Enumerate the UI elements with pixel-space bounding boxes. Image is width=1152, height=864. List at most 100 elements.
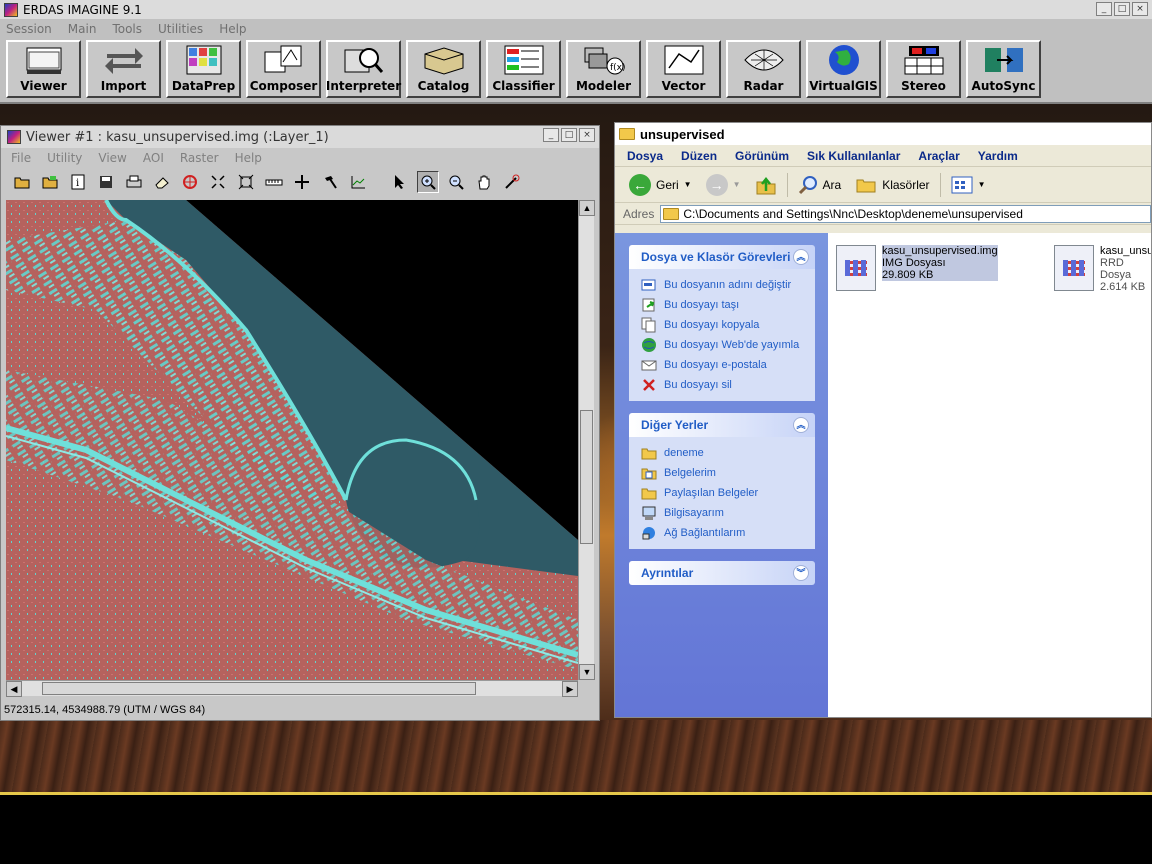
- folders-button[interactable]: Klasörler: [851, 176, 933, 194]
- eraser-icon[interactable]: [151, 171, 173, 193]
- interpreter-button[interactable]: Interpreter: [326, 40, 401, 98]
- composer-button[interactable]: Composer: [246, 40, 321, 98]
- task-rename[interactable]: Bu dosyanın adını değiştir: [641, 275, 815, 295]
- viewer-close-button[interactable]: ×: [579, 128, 595, 142]
- place-shared-documents[interactable]: Paylaşılan Belgeler: [641, 483, 815, 503]
- viewer-maximize-button[interactable]: □: [561, 128, 577, 142]
- up-folder-button[interactable]: [751, 174, 781, 196]
- menu-tools[interactable]: Tools: [112, 22, 142, 36]
- viewer-menu-utility[interactable]: Utility: [47, 151, 82, 165]
- maximize-button[interactable]: □: [1114, 2, 1130, 16]
- menu-main[interactable]: Main: [68, 22, 97, 36]
- other-places-header[interactable]: Diğer Yerler ︽: [629, 413, 815, 437]
- explorer-title-bar: unsupervised: [615, 123, 1151, 145]
- crosshair-icon[interactable]: [291, 171, 313, 193]
- search-icon: [798, 175, 817, 194]
- place-network[interactable]: Ağ Bağlantılarım: [641, 523, 815, 543]
- explorer-title: unsupervised: [640, 126, 725, 142]
- pan-hand-icon[interactable]: [473, 171, 495, 193]
- stereo-button[interactable]: Stereo: [886, 40, 961, 98]
- task-copy[interactable]: Bu dosyayı kopyala: [641, 315, 815, 335]
- scroll-right-arrow-icon[interactable]: ▶: [562, 681, 578, 697]
- file-folder-tasks-panel: Dosya ve Klasör Görevleri ︽ Bu dosyanın …: [629, 245, 815, 401]
- select-pointer-icon[interactable]: [389, 171, 411, 193]
- viewer-vertical-scrollbar[interactable]: ▲ ▼: [578, 200, 595, 680]
- file-item[interactable]: kasu_unsupervised.img IMG Dosyası 29.809…: [836, 245, 998, 291]
- explorer-menu-gorunum[interactable]: Görünüm: [735, 149, 789, 163]
- vector-button[interactable]: Vector: [646, 40, 721, 98]
- dataprep-button[interactable]: DataPrep: [166, 40, 241, 98]
- viewer-menu-view[interactable]: View: [98, 151, 126, 165]
- hammer-icon[interactable]: [319, 171, 341, 193]
- zoom-in-fit-icon[interactable]: [207, 171, 229, 193]
- import-button[interactable]: Import: [86, 40, 161, 98]
- viewer-horizontal-scrollbar[interactable]: ◀ ▶: [6, 680, 578, 697]
- menu-help[interactable]: Help: [219, 22, 246, 36]
- search-button[interactable]: Ara: [794, 175, 846, 195]
- catalog-button[interactable]: Catalog: [406, 40, 481, 98]
- explorer-menu-yardim[interactable]: Yardım: [978, 149, 1018, 163]
- open-folder-icon[interactable]: [11, 171, 33, 193]
- file-item[interactable]: kasu_unsu RRD Dosya 2.614 KB: [1054, 245, 1151, 293]
- fit-window-icon[interactable]: [235, 171, 257, 193]
- task-delete[interactable]: Bu dosyayı sil: [641, 375, 815, 395]
- details-header[interactable]: Ayrıntılar ︾: [629, 561, 815, 585]
- close-button[interactable]: ×: [1132, 2, 1148, 16]
- vector-icon: [663, 44, 705, 76]
- task-move[interactable]: Bu dosyayı taşı: [641, 295, 815, 315]
- interpreter-icon: [343, 44, 385, 76]
- horizontal-scroll-thumb[interactable]: [42, 682, 476, 695]
- print-icon[interactable]: [123, 171, 145, 193]
- classifier-button[interactable]: Classifier: [486, 40, 561, 98]
- inquire-icon[interactable]: [179, 171, 201, 193]
- task-email[interactable]: Bu dosyayı e-postala: [641, 355, 815, 375]
- menu-utilities[interactable]: Utilities: [158, 22, 203, 36]
- modeler-button[interactable]: f(x) Modeler: [566, 40, 641, 98]
- save-icon[interactable]: [95, 171, 117, 193]
- rrd-file-icon: [1054, 245, 1094, 291]
- menu-session[interactable]: Session: [6, 22, 52, 36]
- explorer-menu-dosya[interactable]: Dosya: [627, 149, 663, 163]
- svg-text:f(x): f(x): [610, 63, 625, 73]
- views-button[interactable]: ▼: [947, 176, 990, 194]
- viewer-menu-raster[interactable]: Raster: [180, 151, 219, 165]
- viewer-minimize-button[interactable]: _: [543, 128, 559, 142]
- place-my-computer[interactable]: Bilgisayarım: [641, 503, 815, 523]
- forward-button[interactable]: → ▼: [702, 173, 745, 196]
- explorer-menu-favorites[interactable]: Sık Kullanılanlar: [807, 149, 900, 163]
- place-deneme[interactable]: deneme: [641, 443, 815, 463]
- virtualgis-button[interactable]: VirtualGIS: [806, 40, 881, 98]
- zoom-in-icon[interactable]: [417, 171, 439, 193]
- place-belgelerim[interactable]: Belgelerim: [641, 463, 815, 483]
- info-icon[interactable]: i: [67, 171, 89, 193]
- back-button[interactable]: ← Geri ▼: [625, 173, 696, 196]
- radar-button[interactable]: Radar: [726, 40, 801, 98]
- collapse-chevron-icon[interactable]: ︽: [793, 249, 809, 265]
- vertical-scroll-thumb[interactable]: [580, 410, 593, 544]
- minimize-button[interactable]: _: [1096, 2, 1112, 16]
- rotate-tool-icon[interactable]: [501, 171, 523, 193]
- raster-image-canvas[interactable]: [6, 200, 578, 680]
- scroll-down-arrow-icon[interactable]: ▼: [579, 664, 595, 680]
- viewer-menu-help[interactable]: Help: [235, 151, 262, 165]
- open-layer-icon[interactable]: [39, 171, 61, 193]
- erdas-title-bar: ERDAS IMAGINE 9.1 _ □ ×: [0, 0, 1152, 19]
- profile-tool-icon[interactable]: [347, 171, 369, 193]
- explorer-window: unsupervised Dosya Düzen Görünüm Sık Kul…: [614, 122, 1152, 718]
- viewer-menu-aoi[interactable]: AOI: [143, 151, 164, 165]
- autosync-button[interactable]: AutoSync: [966, 40, 1041, 98]
- explorer-menu-duzen[interactable]: Düzen: [681, 149, 717, 163]
- address-input[interactable]: C:\Documents and Settings\Nnc\Desktop\de…: [660, 204, 1151, 223]
- viewer-menu-file[interactable]: File: [11, 151, 31, 165]
- task-publish-web[interactable]: Bu dosyayı Web'de yayımla: [641, 335, 815, 355]
- email-icon: [641, 360, 657, 371]
- viewer-button[interactable]: Viewer: [6, 40, 81, 98]
- zoom-out-icon[interactable]: [445, 171, 467, 193]
- collapse-chevron-icon[interactable]: ︽: [793, 417, 809, 433]
- scroll-up-arrow-icon[interactable]: ▲: [579, 200, 595, 216]
- file-folder-tasks-header[interactable]: Dosya ve Klasör Görevleri ︽: [629, 245, 815, 269]
- explorer-menu-araclar[interactable]: Araçlar: [918, 149, 959, 163]
- expand-chevron-icon[interactable]: ︾: [793, 565, 809, 581]
- measure-icon[interactable]: [263, 171, 285, 193]
- scroll-left-arrow-icon[interactable]: ◀: [6, 681, 22, 697]
